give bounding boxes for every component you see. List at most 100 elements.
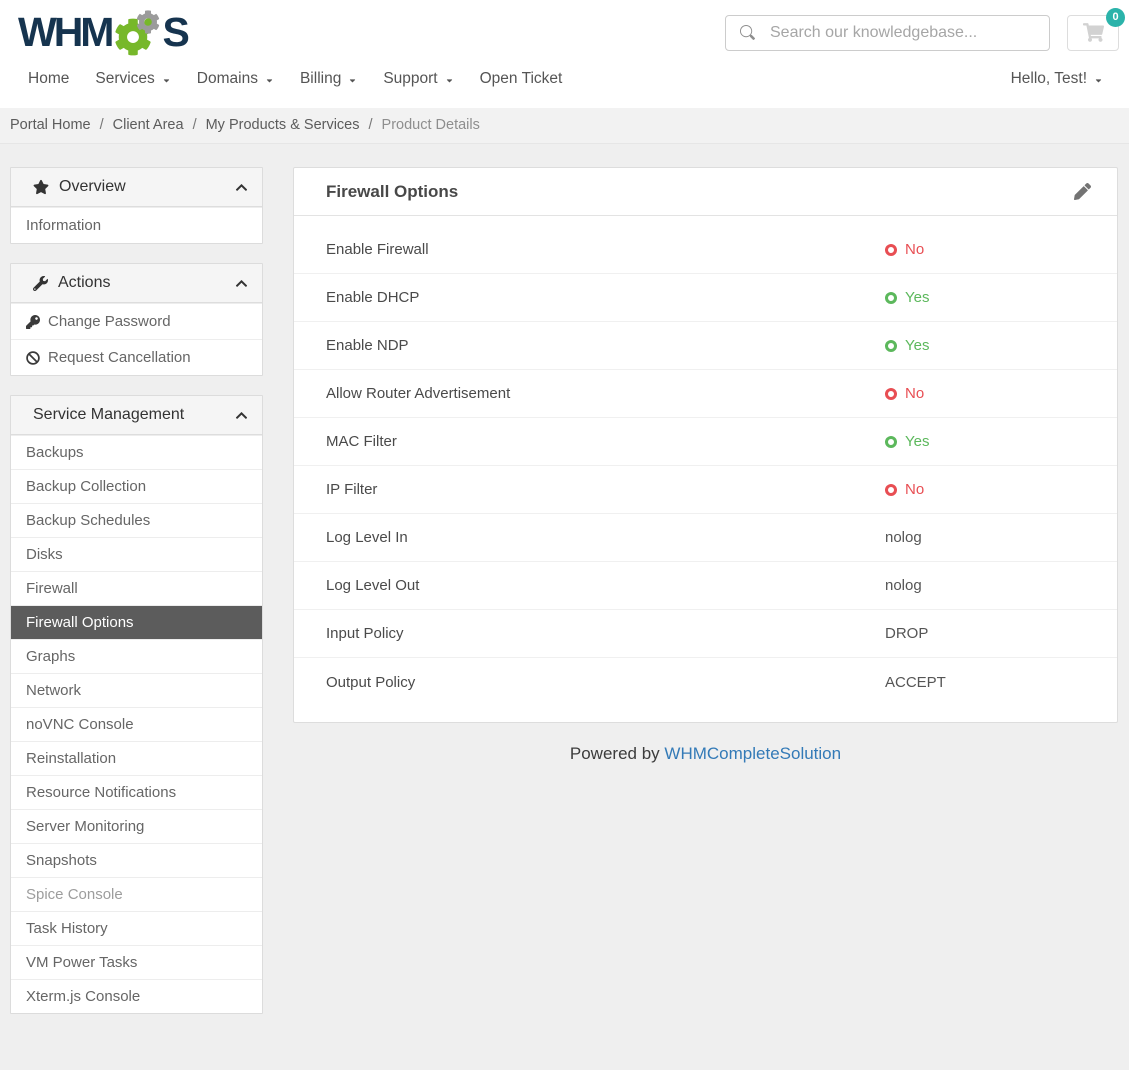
breadcrumb-my-products[interactable]: My Products & Services: [206, 117, 360, 133]
breadcrumb-client-area[interactable]: Client Area: [113, 117, 184, 133]
sidebar-item-backup-collection[interactable]: Backup Collection: [11, 469, 262, 503]
cart-button[interactable]: 0: [1067, 15, 1119, 51]
option-label: Log Level In: [326, 529, 885, 546]
option-row: Log Level In nolog: [294, 514, 1117, 562]
sidebar-item-change-password[interactable]: Change Password: [11, 303, 262, 339]
sidebar-item-vm-power-tasks[interactable]: VM Power Tasks: [11, 945, 262, 979]
nav-label: Billing: [300, 70, 341, 88]
whmcs-logo[interactable]: WHM S: [18, 9, 187, 57]
option-value: nolog: [885, 529, 922, 546]
option-row: Output Policy ACCEPT: [294, 658, 1117, 706]
option-value: nolog: [885, 577, 922, 594]
actions-panel-title: Actions: [58, 274, 110, 292]
nav-user-menu[interactable]: Hello, Test!: [1011, 66, 1103, 92]
sidebar-item-request-cancellation[interactable]: Request Cancellation: [11, 339, 262, 375]
sidebar-item-server-monitoring[interactable]: Server Monitoring: [11, 809, 262, 843]
sidebar-item-snapshots[interactable]: Snapshots: [11, 843, 262, 877]
caret-down-icon: [348, 76, 357, 85]
nav-user-label: Hello, Test!: [1011, 70, 1087, 88]
edit-button[interactable]: [1072, 181, 1093, 202]
logo-text-whm: WHM: [18, 12, 111, 53]
sidebar-item-backups[interactable]: Backups: [11, 435, 262, 469]
sidebar-item-label: Xterm.js Console: [26, 988, 140, 1005]
status-circle-icon: [885, 436, 897, 448]
service-management-panel-title: Service Management: [33, 406, 184, 424]
overview-panel-title: Overview: [59, 178, 126, 196]
header-right: 0: [725, 15, 1119, 51]
small-gear-icon: [136, 10, 160, 34]
service-management-panel: Service Management Backups Backup Collec…: [10, 395, 263, 1014]
sidebar-item-information[interactable]: Information: [11, 207, 262, 243]
actions-panel-header[interactable]: Actions: [11, 264, 262, 303]
sidebar-item-xterm-console[interactable]: Xterm.js Console: [11, 979, 262, 1013]
logo-text-s: S: [162, 12, 186, 53]
actions-panel: Actions Change Password Request Cancella…: [10, 263, 263, 376]
sidebar-item-firewall[interactable]: Firewall: [11, 571, 262, 605]
breadcrumb-separator: /: [193, 117, 197, 133]
option-label: Input Policy: [326, 625, 885, 642]
nav-item-billing[interactable]: Billing: [300, 66, 357, 92]
sidebar-item-label: Graphs: [26, 648, 75, 665]
main-column: Firewall Options Enable Firewall No Enab…: [293, 167, 1118, 804]
sidebar-item-label: noVNC Console: [26, 716, 134, 733]
sidebar-item-label: Change Password: [48, 313, 171, 330]
option-value: DROP: [885, 625, 928, 642]
caret-down-icon: [265, 76, 274, 85]
whmcs-footer-link[interactable]: WHMCompleteSolution: [664, 744, 841, 763]
sidebar-item-label: Network: [26, 682, 81, 699]
sidebar-item-novnc-console[interactable]: noVNC Console: [11, 707, 262, 741]
sidebar-item-label: Task History: [26, 920, 108, 937]
option-value: No: [905, 385, 924, 402]
footer: Powered by WHMCompleteSolution: [293, 744, 1118, 764]
sidebar-item-spice-console[interactable]: Spice Console: [11, 877, 262, 911]
chevron-up-icon: [235, 181, 248, 194]
caret-down-icon: [162, 76, 171, 85]
option-value: Yes: [905, 337, 929, 354]
nav-item-home[interactable]: Home: [28, 66, 69, 92]
logo-gears: [114, 9, 161, 57]
sidebar-item-label: Firewall: [26, 580, 78, 597]
chevron-up-icon: [235, 277, 248, 290]
nav-item-domains[interactable]: Domains: [197, 66, 274, 92]
option-row: Allow Router Advertisement No: [294, 370, 1117, 418]
pencil-icon: [1074, 183, 1091, 200]
nav-label: Domains: [197, 70, 258, 88]
option-label: MAC Filter: [326, 433, 885, 450]
sidebar-item-firewall-options[interactable]: Firewall Options: [11, 605, 262, 639]
sidebar-item-label: Firewall Options: [26, 614, 134, 631]
breadcrumb-portal-home[interactable]: Portal Home: [10, 117, 91, 133]
nav-item-services[interactable]: Services: [95, 66, 170, 92]
option-label: Log Level Out: [326, 577, 885, 594]
option-row: Enable DHCP Yes: [294, 274, 1117, 322]
sidebar-item-disks[interactable]: Disks: [11, 537, 262, 571]
status-circle-icon: [885, 244, 897, 256]
sidebar-item-task-history[interactable]: Task History: [11, 911, 262, 945]
option-value: No: [905, 481, 924, 498]
option-row: Enable NDP Yes: [294, 322, 1117, 370]
breadcrumb-current: Product Details: [382, 117, 480, 133]
nav-item-open-ticket[interactable]: Open Ticket: [480, 66, 563, 92]
status-circle-icon: [885, 340, 897, 352]
sidebar-item-label: Backups: [26, 444, 84, 461]
content-area: Overview Information Actions: [0, 144, 1129, 1033]
option-label: Allow Router Advertisement: [326, 385, 885, 402]
nav-item-support[interactable]: Support: [383, 66, 453, 92]
overview-panel-header[interactable]: Overview: [11, 168, 262, 207]
service-management-panel-header[interactable]: Service Management: [11, 396, 262, 435]
main-nav: Home Services Domains Billing Support Op…: [0, 64, 1129, 108]
sidebar: Overview Information Actions: [10, 167, 263, 1033]
sidebar-item-backup-schedules[interactable]: Backup Schedules: [11, 503, 262, 537]
status-circle-icon: [885, 484, 897, 496]
nav-label: Home: [28, 70, 69, 88]
sidebar-item-resource-notifications[interactable]: Resource Notifications: [11, 775, 262, 809]
option-row: Log Level Out nolog: [294, 562, 1117, 610]
sidebar-item-network[interactable]: Network: [11, 673, 262, 707]
nav-label: Open Ticket: [480, 70, 563, 88]
breadcrumb-separator: /: [100, 117, 104, 133]
sidebar-item-graphs[interactable]: Graphs: [11, 639, 262, 673]
search-input[interactable]: [725, 15, 1050, 51]
sidebar-item-label: Request Cancellation: [48, 349, 191, 366]
option-label: Enable Firewall: [326, 241, 885, 258]
firewall-options-list: Enable Firewall No Enable DHCP Yes Enabl…: [294, 216, 1117, 722]
sidebar-item-reinstallation[interactable]: Reinstallation: [11, 741, 262, 775]
